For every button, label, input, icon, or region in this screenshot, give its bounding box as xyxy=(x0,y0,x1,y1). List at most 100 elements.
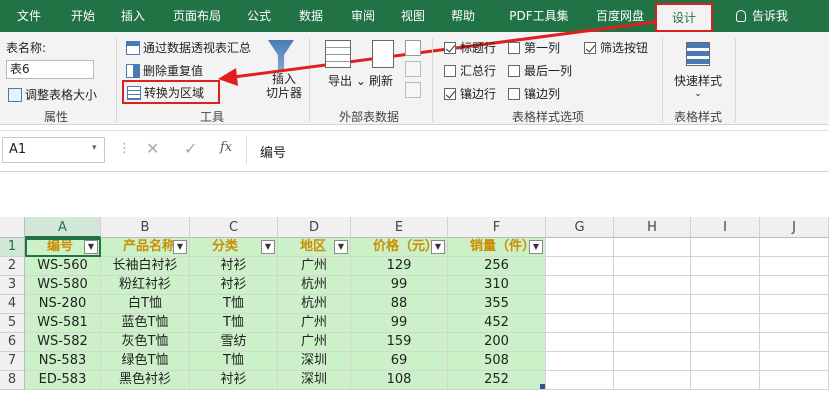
table-cell[interactable]: 黑色衬衫 xyxy=(101,371,190,390)
cancel-icon[interactable]: ✕ xyxy=(146,139,159,158)
enter-check-icon[interactable]: ✓ xyxy=(184,139,197,158)
empty-cell[interactable] xyxy=(760,295,829,314)
formula-content[interactable]: 编号 xyxy=(260,142,286,161)
row-header-3[interactable]: 3 xyxy=(0,276,25,295)
name-box-dropdown-icon[interactable]: ▾ xyxy=(92,143,97,153)
empty-cell[interactable] xyxy=(614,371,691,390)
empty-cell[interactable] xyxy=(546,257,614,276)
empty-cell[interactable] xyxy=(760,352,829,371)
column-header-d[interactable]: D xyxy=(278,217,351,238)
table-cell[interactable]: 129 xyxy=(351,257,448,276)
filter-dropdown-icon[interactable]: ▼ xyxy=(84,240,98,254)
table-cell[interactable]: 108 xyxy=(351,371,448,390)
table-cell[interactable]: ED-583 xyxy=(25,371,101,390)
table-cell[interactable]: T恤 xyxy=(190,352,278,371)
empty-cell[interactable] xyxy=(546,352,614,371)
checkbox-total-row[interactable]: 汇总行 xyxy=(444,62,496,79)
empty-cell[interactable] xyxy=(546,333,614,352)
table-cell[interactable]: 广州 xyxy=(278,257,351,276)
table-cell[interactable]: 灰色T恤 xyxy=(101,333,190,352)
column-header-g[interactable]: G xyxy=(546,217,614,238)
table-cell[interactable]: 衬衫 xyxy=(190,257,278,276)
empty-cell[interactable] xyxy=(546,276,614,295)
checkbox-banded-rows[interactable]: 镶边行 xyxy=(444,85,496,102)
table-cell[interactable]: 深圳 xyxy=(278,352,351,371)
name-box[interactable]: A1 xyxy=(2,137,105,163)
checkbox-header-row[interactable]: 标题行 xyxy=(444,39,496,56)
empty-cell[interactable] xyxy=(760,238,829,257)
row-header-4[interactable]: 4 xyxy=(0,295,25,314)
export-button[interactable]: 导出 ⌄ xyxy=(328,72,366,89)
empty-cell[interactable] xyxy=(691,257,760,276)
column-header-e[interactable]: E xyxy=(351,217,448,238)
table-cell[interactable]: NS-583 xyxy=(25,352,101,371)
table-cell[interactable]: T恤 xyxy=(190,314,278,333)
empty-cell[interactable] xyxy=(691,295,760,314)
table-header-cell[interactable]: 分类 ▼ xyxy=(190,238,278,257)
table-cell[interactable]: WS-582 xyxy=(25,333,101,352)
table-cell[interactable]: 长袖白衬衫 xyxy=(101,257,190,276)
filter-dropdown-icon[interactable]: ▼ xyxy=(431,240,445,254)
table-cell[interactable]: 广州 xyxy=(278,333,351,352)
row-header-7[interactable]: 7 xyxy=(0,352,25,371)
table-cell[interactable]: 256 xyxy=(448,257,546,276)
empty-cell[interactable] xyxy=(691,314,760,333)
empty-cell[interactable] xyxy=(760,371,829,390)
row-header-8[interactable]: 8 xyxy=(0,371,25,390)
quick-styles-button[interactable]: 快速样式 ⌄ xyxy=(674,72,722,99)
empty-cell[interactable] xyxy=(614,333,691,352)
empty-cell[interactable] xyxy=(546,314,614,333)
table-cell[interactable]: 252 xyxy=(448,371,546,390)
table-cell[interactable]: 雪纺 xyxy=(190,333,278,352)
table-header-cell[interactable]: 地区 ▼ xyxy=(278,238,351,257)
refresh-button[interactable]: 刷新 xyxy=(369,72,393,89)
filter-dropdown-icon[interactable]: ▼ xyxy=(173,240,187,254)
table-cell[interactable]: NS-280 xyxy=(25,295,101,314)
table-cell[interactable]: 200 xyxy=(448,333,546,352)
empty-cell[interactable] xyxy=(546,295,614,314)
table-cell[interactable]: WS-560 xyxy=(25,257,101,276)
empty-cell[interactable] xyxy=(614,314,691,333)
table-header-cell[interactable]: 价格（元） ▼ xyxy=(351,238,448,257)
table-cell[interactable]: 粉红衬衫 xyxy=(101,276,190,295)
empty-cell[interactable] xyxy=(614,352,691,371)
column-header-j[interactable]: J xyxy=(760,217,829,238)
empty-cell[interactable] xyxy=(760,257,829,276)
filter-dropdown-icon[interactable]: ▼ xyxy=(529,240,543,254)
empty-cell[interactable] xyxy=(760,314,829,333)
table-header-cell[interactable]: 编号 ▼ xyxy=(25,238,101,257)
empty-cell[interactable] xyxy=(614,276,691,295)
empty-cell[interactable] xyxy=(546,238,614,257)
table-cell[interactable]: 99 xyxy=(351,314,448,333)
empty-cell[interactable] xyxy=(691,371,760,390)
table-header-cell[interactable]: 产品名称 ▼ xyxy=(101,238,190,257)
empty-cell[interactable] xyxy=(691,352,760,371)
table-cell[interactable]: 99 xyxy=(351,276,448,295)
column-header-a[interactable]: A xyxy=(25,217,101,238)
table-cell[interactable]: 508 xyxy=(448,352,546,371)
row-header-5[interactable]: 5 xyxy=(0,314,25,333)
row-header-6[interactable]: 6 xyxy=(0,333,25,352)
table-header-cell[interactable]: 销量（件） ▼ xyxy=(448,238,546,257)
table-cell[interactable]: 衬衫 xyxy=(190,276,278,295)
table-cell[interactable]: 88 xyxy=(351,295,448,314)
empty-cell[interactable] xyxy=(614,238,691,257)
table-cell[interactable]: 广州 xyxy=(278,314,351,333)
table-cell[interactable]: 衬衫 xyxy=(190,371,278,390)
empty-cell[interactable] xyxy=(614,295,691,314)
column-header-i[interactable]: I xyxy=(691,217,760,238)
table-cell[interactable]: 白T恤 xyxy=(101,295,190,314)
empty-cell[interactable] xyxy=(760,333,829,352)
table-cell[interactable]: 310 xyxy=(448,276,546,295)
table-cell[interactable]: 杭州 xyxy=(278,295,351,314)
select-all-corner[interactable] xyxy=(0,217,25,238)
filter-dropdown-icon[interactable]: ▼ xyxy=(334,240,348,254)
table-cell[interactable]: T恤 xyxy=(190,295,278,314)
checkbox-first-column[interactable]: 第一列 xyxy=(508,39,560,56)
table-cell[interactable]: 蓝色T恤 xyxy=(101,314,190,333)
checkbox-filter-button[interactable]: 筛选按钮 xyxy=(584,39,648,56)
empty-cell[interactable] xyxy=(691,238,760,257)
table-cell[interactable]: 159 xyxy=(351,333,448,352)
row-header-2[interactable]: 2 xyxy=(0,257,25,276)
table-cell[interactable]: 69 xyxy=(351,352,448,371)
